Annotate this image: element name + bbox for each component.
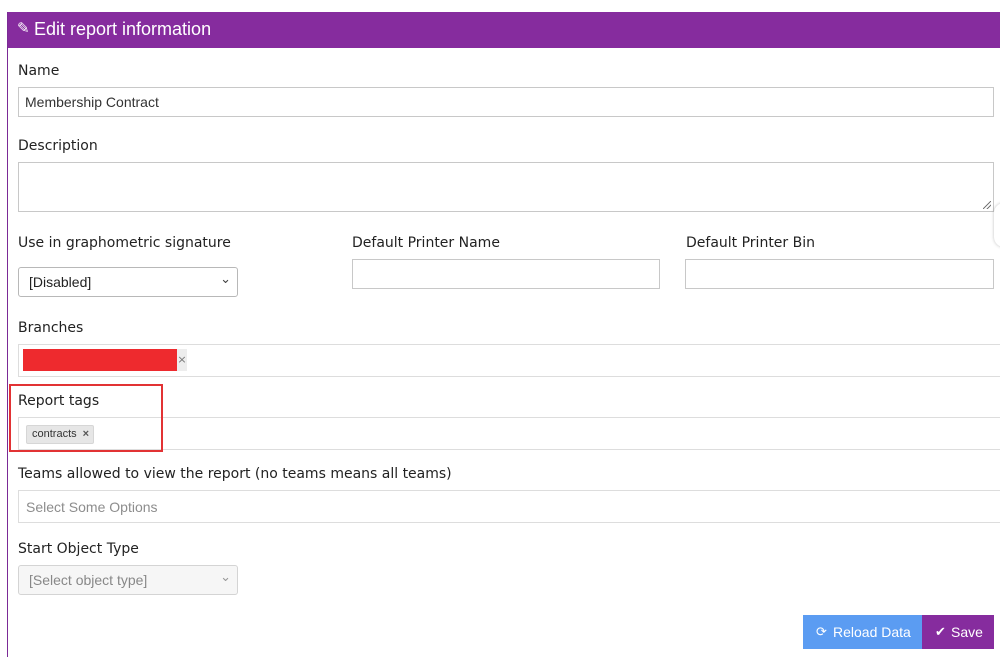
resize-handle-icon[interactable] <box>983 201 991 209</box>
branches-label: Branches <box>18 320 84 336</box>
reload-data-button[interactable]: ⟳ Reload Data <box>803 615 922 649</box>
check-circle-icon: ✔ <box>935 624 946 639</box>
printer-bin-input[interactable] <box>685 259 994 289</box>
panel-title: Edit report information <box>34 19 212 39</box>
branches-multiselect[interactable]: × <box>18 344 1000 377</box>
save-button[interactable]: ✔ Save <box>922 615 994 649</box>
printer-name-label: Default Printer Name <box>352 235 500 251</box>
start-object-type-select[interactable]: [Select object type] ⌄ <box>18 565 238 595</box>
refresh-icon: ⟳ <box>816 624 827 639</box>
printer-bin-label: Default Printer Bin <box>686 235 815 251</box>
start-object-type-label: Start Object Type <box>18 541 139 557</box>
redacted-branch <box>23 349 177 371</box>
teams-placeholder: Select Some Options <box>26 499 158 515</box>
description-textarea[interactable] <box>18 162 994 212</box>
graphometric-select[interactable]: [Disabled] ⌄ <box>18 267 238 297</box>
branch-remove-button[interactable]: × <box>177 349 187 371</box>
chevron-down-icon: ⌄ <box>220 569 231 584</box>
name-input[interactable]: Membership Contract <box>18 87 994 117</box>
highlight-box <box>9 384 163 452</box>
reload-data-label: Reload Data <box>833 624 911 640</box>
teams-multiselect[interactable]: Select Some Options <box>18 490 1000 523</box>
printer-name-input[interactable] <box>352 259 660 289</box>
name-input-value: Membership Contract <box>25 94 159 110</box>
save-label: Save <box>951 624 983 640</box>
name-label: Name <box>18 63 60 79</box>
start-object-type-selected: [Select object type] <box>29 572 148 588</box>
teams-label: Teams allowed to view the report (no tea… <box>18 466 452 482</box>
chevron-down-icon: ⌄ <box>220 271 231 286</box>
description-label: Description <box>18 138 98 154</box>
graphometric-label: Use in graphometric signature <box>18 235 231 251</box>
panel-header: ✎ Edit report information <box>8 12 1000 48</box>
pencil-icon: ✎ <box>17 19 30 37</box>
scroll-handle[interactable] <box>994 203 1000 247</box>
graphometric-selected: [Disabled] <box>29 274 92 290</box>
report-tags-multiselect[interactable]: contracts × <box>18 417 1000 450</box>
